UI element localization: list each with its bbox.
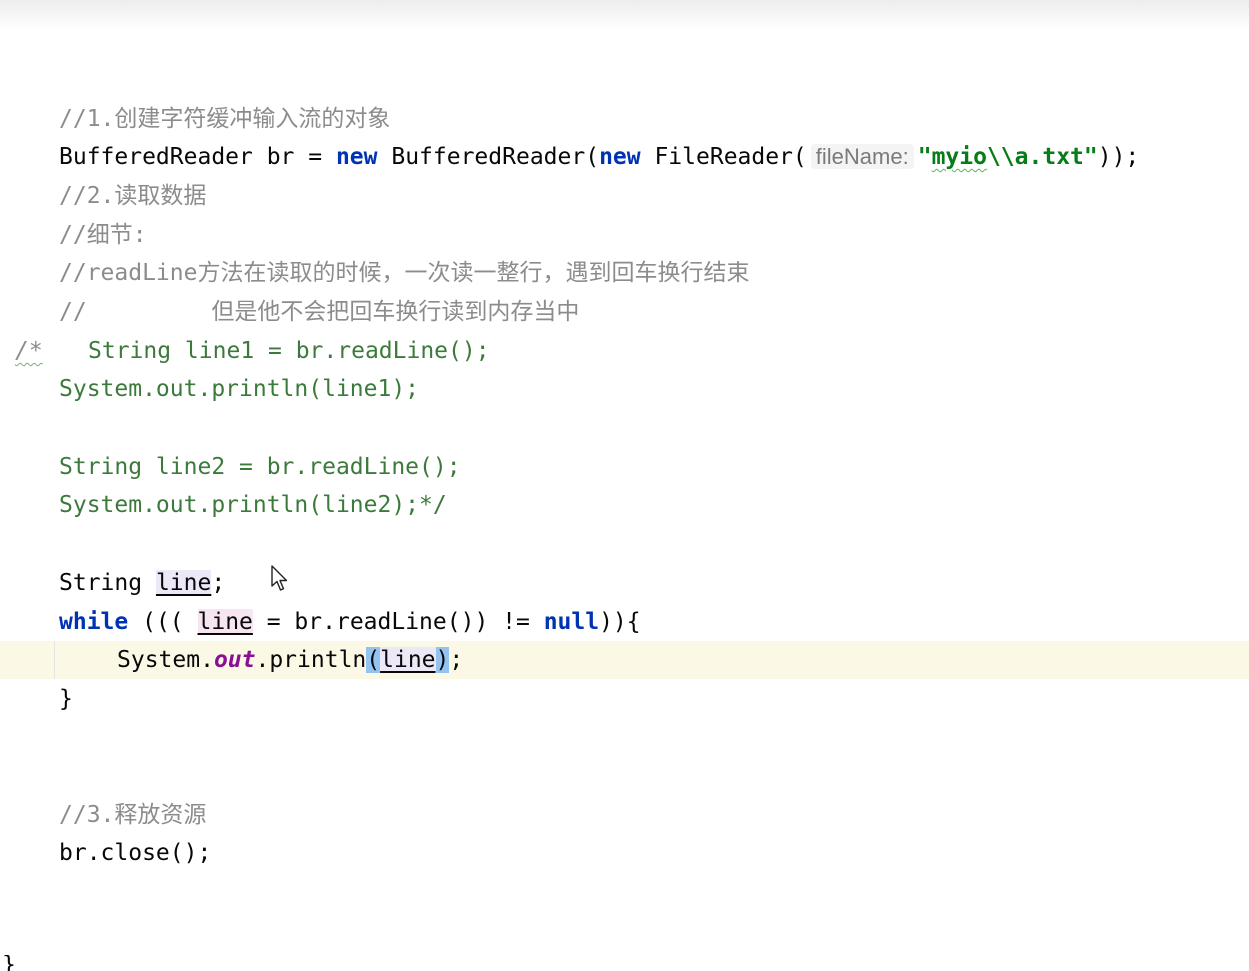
keyword-while: while xyxy=(59,609,129,635)
constructor-file-reader: FileReader( xyxy=(640,144,807,170)
code-line-7: /* String line1 = br.readLine(); xyxy=(0,332,1249,370)
string-path-rest: \\a.txt" xyxy=(986,144,1098,170)
print-line-statement: System.out.println(line); xyxy=(117,641,463,679)
string-myio: myio xyxy=(931,144,987,170)
code-line-2: BufferedReader br = new BufferedReader(n… xyxy=(0,138,1249,176)
statement-end: ; xyxy=(211,570,226,596)
while-close-brace: } xyxy=(59,686,73,712)
commented-print-line1: System.out.println(line1); xyxy=(59,376,420,402)
while-open-parens: ((( xyxy=(128,609,198,635)
outer-close-brace: } xyxy=(2,955,16,971)
comment-release-resources: //3.释放资源 xyxy=(59,802,207,828)
comment-readline-behavior: //readLine方法在读取的时候，一次读一整行，遇到回车换行结束 xyxy=(59,260,750,286)
keyword-null: null xyxy=(543,609,600,635)
parameter-hint-filename: fileName: xyxy=(810,144,914,169)
string-quote: " xyxy=(917,144,932,170)
variable-line[interactable]: line xyxy=(380,647,436,673)
system-class: System. xyxy=(117,647,214,673)
comment-read-data: //2.读取数据 xyxy=(59,183,207,209)
commented-print-line2: System.out.println(line2);*/ xyxy=(59,492,447,518)
line-variable-declaration: String line; xyxy=(59,564,225,602)
mouse-pointer-icon xyxy=(271,565,288,591)
code-line-15-current[interactable]: System.out.println(line); xyxy=(0,641,1249,679)
statement-end: )); xyxy=(1097,144,1140,170)
buffered-reader-declaration: BufferedReader br = new BufferedReader(n… xyxy=(59,138,1139,176)
variable-line[interactable]: line xyxy=(155,570,212,596)
code-line-11: System.out.println(line2);*/ xyxy=(0,486,1249,524)
keyword-new: new xyxy=(599,144,641,170)
code-line-6: // 但是他不会把回车换行读到内存当中 xyxy=(0,293,1249,331)
matched-paren-close: ) xyxy=(435,647,450,673)
field-out: out xyxy=(213,647,256,673)
code-line-20: br.close(); xyxy=(0,834,1249,872)
code-line-19: //3.释放资源 xyxy=(0,796,1249,834)
code-line-13: String line; xyxy=(0,564,1249,602)
constructor-buffered-reader: BufferedReader( xyxy=(377,144,600,170)
code-line-8: System.out.println(line1); xyxy=(0,370,1249,408)
commented-line2-declaration: String line2 = br.readLine(); xyxy=(59,454,461,480)
code-line-16: } xyxy=(0,680,1249,718)
code-line-5: //readLine方法在读取的时候，一次读一整行，遇到回车换行结束 xyxy=(0,254,1249,292)
statement-end: ; xyxy=(449,647,464,673)
code-line-3: //2.读取数据 xyxy=(0,177,1249,215)
while-readline-call: = br.readLine()) != xyxy=(252,609,544,635)
code-editor[interactable]: //1.创建字符缓冲输入流的对象 BufferedReader br = new… xyxy=(0,0,1249,971)
code-line-4: //细节: xyxy=(0,216,1249,254)
while-close: )){ xyxy=(599,609,641,635)
code-line-1: //1.创建字符缓冲输入流的对象 xyxy=(0,100,1249,138)
declaration-type: BufferedReader br = xyxy=(59,144,336,170)
block-comment-start-marker: /* xyxy=(15,338,43,364)
comment-create-reader: //1.创建字符缓冲输入流的对象 xyxy=(59,106,391,132)
indent-guide xyxy=(54,641,55,679)
type-string: String xyxy=(59,570,156,596)
code-line-14: while ((( line = br.readLine()) != null)… xyxy=(0,603,1249,641)
close-reader-call: br.close(); xyxy=(59,840,212,866)
commented-line1-declaration: String line1 = br.readLine(); xyxy=(88,338,490,364)
code-line-10: String line2 = br.readLine(); xyxy=(0,448,1249,486)
comment-newline-not-read: // 但是他不会把回车换行读到内存当中 xyxy=(59,299,580,325)
variable-line[interactable]: line xyxy=(197,609,253,635)
method-println: .println xyxy=(255,647,367,673)
comment-details: //细节: xyxy=(59,222,147,248)
keyword-new: new xyxy=(335,144,378,170)
while-loop-header: while ((( line = br.readLine()) != null)… xyxy=(59,603,641,641)
matched-paren-open: ( xyxy=(366,647,381,673)
